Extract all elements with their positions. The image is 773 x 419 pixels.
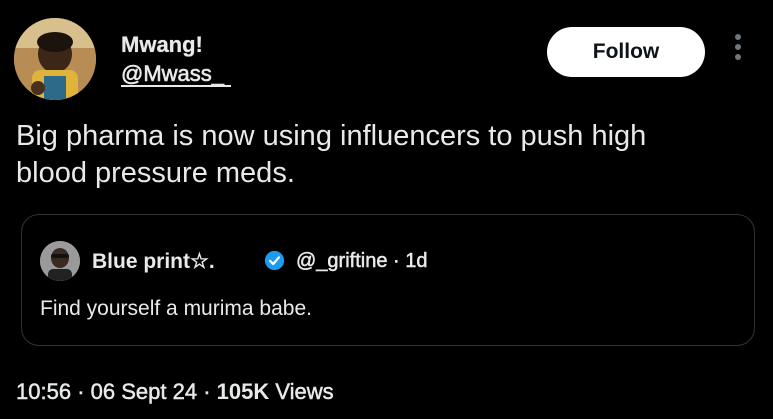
follow-button[interactable]: Follow bbox=[547, 27, 705, 77]
tweet-time[interactable]: 10:56 bbox=[16, 379, 72, 405]
author-avatar-image bbox=[14, 18, 96, 100]
quote-age[interactable]: 1d bbox=[405, 250, 428, 273]
tweet-text-line: Big pharma is now using influencers to p… bbox=[16, 120, 647, 152]
tweet-footer: 10:56 · 06 Sept 24 · 105K Views bbox=[16, 379, 334, 405]
more-dot bbox=[735, 34, 741, 40]
quote-text: Find yourself a murima babe. bbox=[40, 297, 312, 320]
quote-meta: @_griftine · 1d bbox=[296, 250, 428, 273]
quote-author-handle[interactable]: @_griftine bbox=[296, 250, 388, 273]
verified-badge-icon bbox=[264, 250, 285, 271]
author-avatar[interactable] bbox=[14, 18, 96, 100]
tweet-date[interactable]: 06 Sept 24 bbox=[90, 379, 197, 405]
views-label[interactable]: Views bbox=[275, 379, 334, 405]
author-name[interactable]: Mwang! bbox=[121, 32, 203, 58]
more-dot bbox=[735, 54, 741, 60]
quote-separator: · bbox=[393, 250, 400, 273]
quote-author-name[interactable]: Blue print☆. bbox=[92, 249, 215, 274]
quote-avatar-image bbox=[40, 241, 80, 281]
quoted-tweet-card[interactable]: Blue print☆. @_griftine · 1d Find yourse… bbox=[21, 214, 755, 346]
author-handle-underline bbox=[121, 85, 231, 87]
views-count[interactable]: 105K bbox=[217, 379, 270, 404]
more-options-icon[interactable] bbox=[729, 34, 747, 70]
quote-avatar[interactable] bbox=[40, 241, 80, 281]
footer-separator: · bbox=[77, 379, 85, 405]
tweet-text: Big pharma is now using influencers to p… bbox=[16, 118, 736, 192]
tweet-text-line: blood pressure meds. bbox=[16, 157, 295, 189]
footer-separator: · bbox=[203, 379, 211, 405]
author-handle[interactable]: @Mwass_ bbox=[121, 61, 225, 87]
more-dot bbox=[735, 44, 741, 50]
